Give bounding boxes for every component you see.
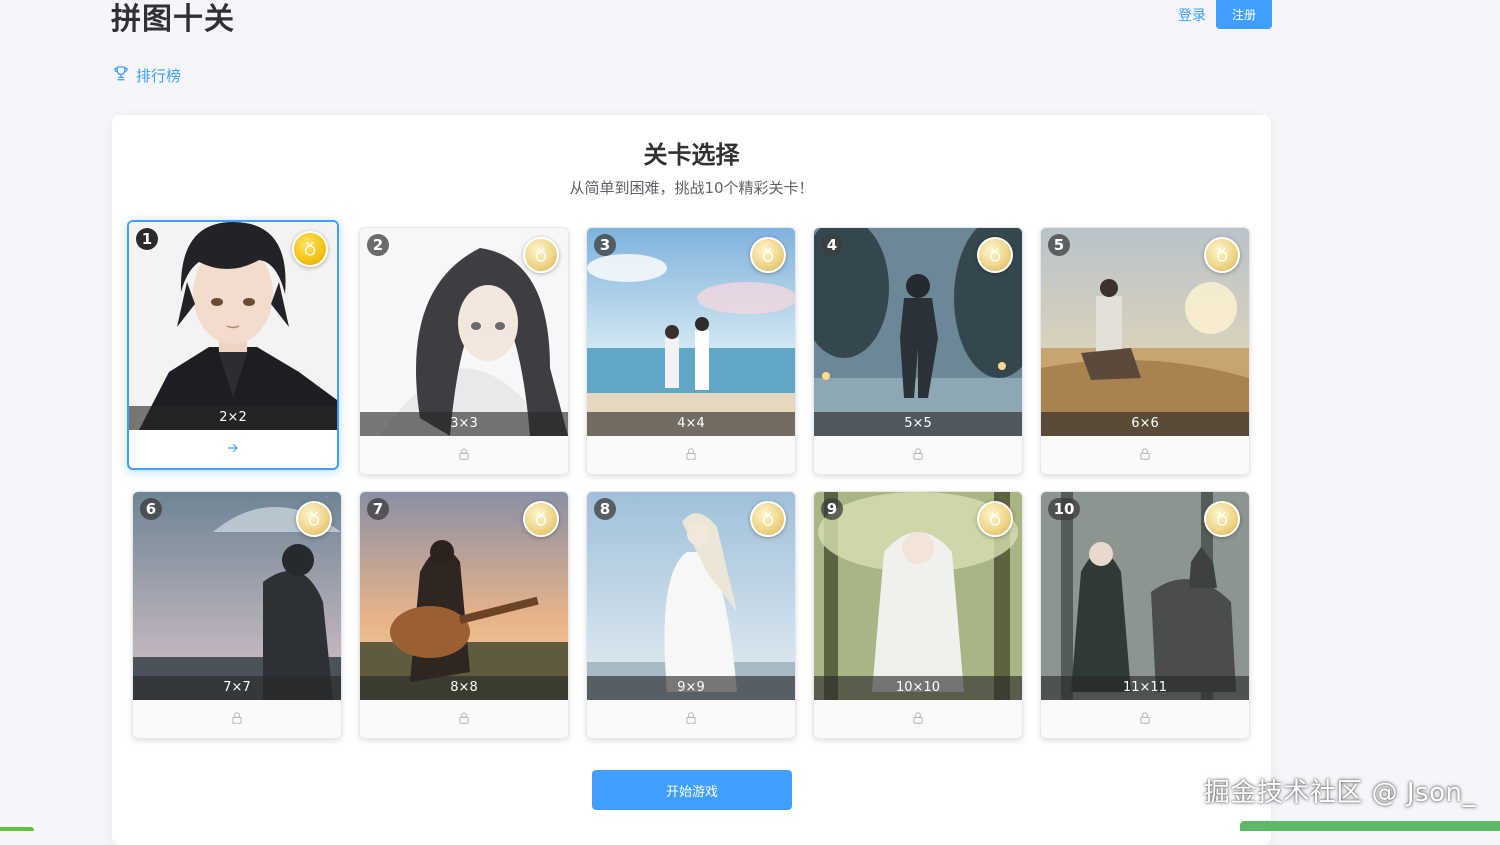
grid-size-label: 6×6	[1041, 412, 1249, 436]
grid-size-label: 10×10	[814, 676, 1022, 700]
level-card-10[interactable]: 11×11 10	[1040, 491, 1250, 739]
panel-subtitle: 从简单到困难，挑战10个精彩关卡！	[569, 179, 814, 197]
leaderboard-link[interactable]: 排行榜	[112, 64, 181, 86]
level-number-badge: 6	[140, 498, 162, 520]
level-number-badge: 4	[821, 234, 843, 256]
level-select-panel: 关卡选择 从简单到困难，挑战10个精彩关卡！ 2×2 1 3×3 2 4×4 3…	[112, 115, 1271, 845]
lock-icon	[911, 710, 925, 729]
level-number-badge: 7	[367, 498, 389, 520]
level-footer	[133, 700, 341, 738]
level-footer	[129, 430, 337, 468]
medal-icon	[977, 501, 1013, 537]
watermark: 掘金技术社区 @ Json_	[1203, 778, 1476, 808]
level-card-5[interactable]: 6×6 5	[1040, 227, 1250, 475]
level-footer	[1041, 700, 1249, 738]
corner-bar-left	[0, 827, 34, 831]
level-card-7[interactable]: 8×8 7	[359, 491, 569, 739]
level-card-6[interactable]: 7×7 6	[132, 491, 342, 739]
login-link[interactable]: 登录	[1178, 1, 1206, 29]
arrow-right-icon[interactable]	[226, 440, 240, 459]
level-number-badge: 10	[1048, 498, 1080, 520]
level-number-badge: 1	[136, 228, 158, 250]
medal-icon	[292, 231, 328, 267]
lock-icon	[684, 710, 698, 729]
panel-title: 关卡选择	[643, 141, 740, 169]
corner-bar-right	[1240, 821, 1500, 831]
medal-icon	[1204, 501, 1240, 537]
level-card-2[interactable]: 3×3 2	[359, 227, 569, 475]
lock-icon	[457, 710, 471, 729]
lock-icon	[684, 446, 698, 465]
medal-icon	[523, 501, 559, 537]
grid-size-label: 11×11	[1041, 676, 1249, 700]
level-card-4[interactable]: 5×5 4	[813, 227, 1023, 475]
level-card-9[interactable]: 10×10 9	[813, 491, 1023, 739]
level-footer	[814, 436, 1022, 474]
app-title: 拼图十关	[111, 2, 235, 37]
level-number-badge: 2	[367, 234, 389, 256]
grid-size-label: 7×7	[133, 676, 341, 700]
level-footer	[360, 436, 568, 474]
medal-icon	[523, 237, 559, 273]
lock-icon	[911, 446, 925, 465]
lock-icon	[230, 710, 244, 729]
auth-area: 登录 注册	[1178, 0, 1272, 29]
grid-size-label: 4×4	[587, 412, 795, 436]
grid-size-label: 8×8	[360, 676, 568, 700]
medal-icon	[750, 237, 786, 273]
lock-icon	[1138, 710, 1152, 729]
level-footer	[587, 700, 795, 738]
medal-icon	[977, 237, 1013, 273]
grid-size-label: 3×3	[360, 412, 568, 436]
leaderboard-label: 排行榜	[136, 66, 182, 85]
level-footer	[587, 436, 795, 474]
level-card-8[interactable]: 9×9 8	[586, 491, 796, 739]
level-footer	[814, 700, 1022, 738]
medal-icon	[750, 501, 786, 537]
trophy-icon	[112, 64, 130, 86]
medal-icon	[1204, 237, 1240, 273]
medal-icon	[296, 501, 332, 537]
register-button[interactable]: 注册	[1216, 0, 1272, 29]
lock-icon	[457, 446, 471, 465]
level-card-3[interactable]: 4×4 3	[586, 227, 796, 475]
level-number-badge: 3	[594, 234, 616, 256]
lock-icon	[1138, 446, 1152, 465]
level-number-badge: 5	[1048, 234, 1070, 256]
level-number-badge: 9	[821, 498, 843, 520]
grid-size-label: 9×9	[587, 676, 795, 700]
level-footer	[360, 700, 568, 738]
level-card-1[interactable]: 2×2 1	[127, 220, 339, 470]
level-footer	[1041, 436, 1249, 474]
start-game-button[interactable]: 开始游戏	[592, 770, 792, 810]
level-number-badge: 8	[594, 498, 616, 520]
grid-size-label: 2×2	[129, 406, 337, 430]
grid-size-label: 5×5	[814, 412, 1022, 436]
